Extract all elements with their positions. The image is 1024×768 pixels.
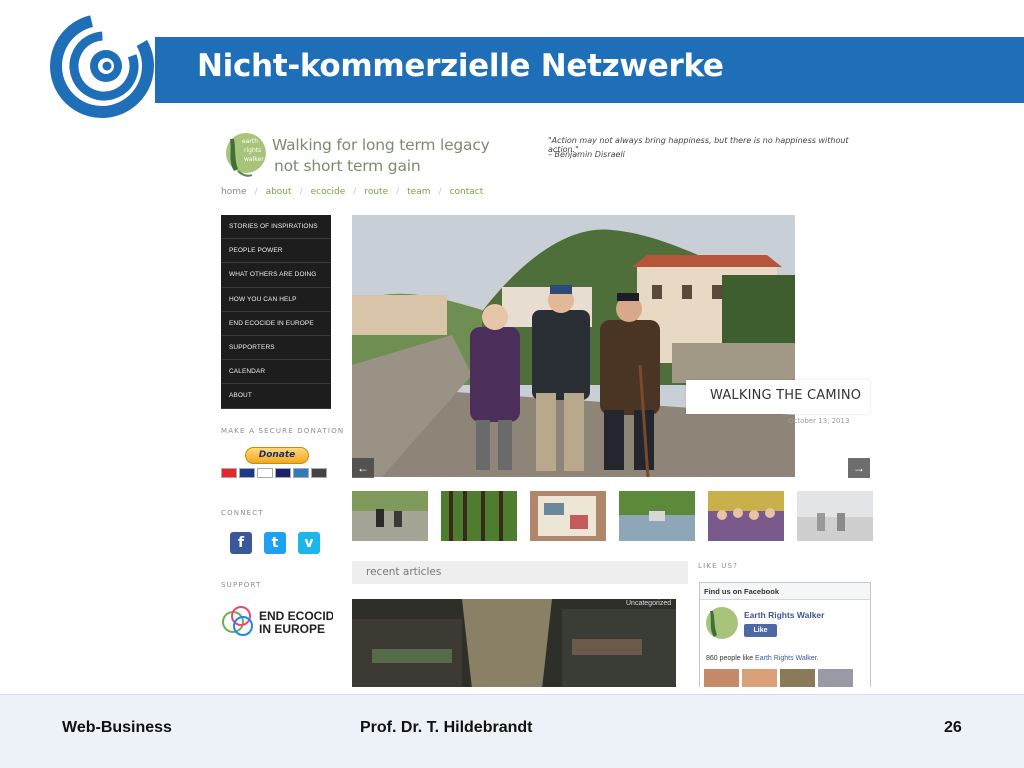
fb-count-link[interactable]: Earth Rights Walker (755, 655, 817, 662)
like-us-label: LIKE US? (698, 562, 739, 570)
nav-team[interactable]: team (407, 187, 430, 197)
earth-rights-walker-logo: earth rights walker (226, 133, 266, 177)
ecocide-logo-line-1: END ECOCIDE (259, 609, 333, 623)
facebook-like-button[interactable]: Like (744, 624, 777, 637)
nav-home[interactable]: home (221, 187, 247, 197)
thumbnail-6[interactable] (797, 491, 873, 541)
mastercard-icon (221, 468, 237, 478)
twitter-icon[interactable]: t (264, 532, 286, 554)
side-menu: STORIES OF INSPIRATIONS PEOPLE POWER WHA… (221, 215, 331, 409)
facebook-face[interactable] (704, 669, 739, 687)
facebook-face[interactable] (742, 669, 777, 687)
thumbnail-1[interactable] (352, 491, 428, 541)
nav-about[interactable]: about (266, 187, 292, 197)
facebook-icon[interactable]: f (230, 532, 252, 554)
tagline-line-1: Walking for long term legacy (272, 136, 490, 154)
maestro-icon (239, 468, 255, 478)
ecocide-logo-line-2: IN EUROPE (259, 622, 325, 636)
nav-separator: / (396, 187, 400, 197)
site-nav: home / about / ecocide / route / team / … (221, 187, 483, 197)
facebook-widget-header: Find us on Facebook (700, 583, 870, 600)
thumbnail-2[interactable] (441, 491, 517, 541)
menu-item-end-ecocide[interactable]: END ECOCIDE IN EUROPE (221, 312, 331, 336)
menu-item-what-others[interactable]: WHAT OTHERS ARE DOING (221, 263, 331, 288)
footer-author: Prof. Dr. T. Hildebrandt (360, 719, 533, 736)
end-ecocide-logo[interactable]: END ECOCIDE IN EUROPE (221, 600, 333, 640)
tagline-line-2: not short term gain (274, 157, 421, 175)
slide: Nicht-kommerzielle Netzwerke earth right… (0, 0, 1024, 768)
hero-prev-arrow[interactable]: ← (352, 458, 374, 478)
menu-item-how-help[interactable]: HOW YOU CAN HELP (221, 288, 331, 312)
website-screenshot: earth rights walker Walking for long ter… (218, 125, 874, 687)
logo-word-earth: earth (242, 138, 258, 145)
recent-articles-bar: recent articles (352, 561, 688, 584)
nav-separator: / (254, 187, 258, 197)
hero-caption: WALKING THE CAMINO (686, 380, 870, 414)
logo-word-walker: walker (244, 156, 264, 163)
menu-item-supporters[interactable]: SUPPORTERS (221, 336, 331, 361)
page-number: 26 (944, 719, 962, 736)
support-label: SUPPORT (221, 581, 262, 589)
menu-item-calendar[interactable]: CALENDAR (221, 360, 331, 385)
fb-count-prefix: 860 people like (706, 655, 756, 662)
thumbnail-3[interactable] (530, 491, 606, 541)
menu-item-about[interactable]: ABOUT (221, 384, 331, 409)
nav-contact[interactable]: contact (450, 187, 484, 197)
visa-electron-icon (275, 468, 291, 478)
donate-button[interactable]: Donate (245, 447, 309, 464)
hero-date: October 13, 2013 (788, 417, 850, 425)
nav-separator: / (299, 187, 303, 197)
direct-debit-icon (311, 468, 327, 478)
thumbnail-5[interactable] (708, 491, 784, 541)
amex-icon (293, 468, 309, 478)
slide-title: Nicht-kommerzielle Netzwerke (197, 48, 724, 84)
menu-item-stories[interactable]: STORIES OF INSPIRATIONS (221, 215, 331, 240)
facebook-page-avatar[interactable] (704, 605, 740, 641)
recent-articles-label: recent articles (366, 566, 442, 578)
menu-item-people-power[interactable]: PEOPLE POWER (221, 239, 331, 264)
hero-image (352, 215, 795, 477)
fb-count-suffix: . (816, 655, 819, 662)
thumbnail-strip (352, 491, 873, 541)
article-category[interactable]: Uncategorized (626, 600, 671, 607)
facebook-face[interactable] (818, 669, 853, 687)
nav-ecocide[interactable]: ecocide (311, 187, 346, 197)
facebook-face[interactable] (780, 669, 815, 687)
hero-next-arrow[interactable]: → (848, 458, 870, 478)
facebook-faces (704, 669, 853, 687)
nav-separator: / (353, 187, 357, 197)
nav-route[interactable]: route (364, 187, 388, 197)
visa-icon (257, 468, 273, 478)
facebook-page-name[interactable]: Earth Rights Walker (744, 610, 824, 620)
logo-icon (50, 14, 154, 118)
facebook-like-count: 860 people like Earth Rights Walker. (706, 655, 819, 662)
donation-label: MAKE A SECURE DONATION (221, 427, 345, 435)
vimeo-icon[interactable]: v (298, 532, 320, 554)
thumbnail-4[interactable] (619, 491, 695, 541)
facebook-widget: Find us on Facebook Earth Rights Walker … (699, 582, 871, 687)
article-image[interactable] (352, 599, 676, 687)
site-quote-author: – Benjamin Disraeli (548, 150, 625, 159)
nav-separator: / (438, 187, 442, 197)
connect-label: CONNECT (221, 509, 264, 517)
logo-word-rights: rights (244, 147, 261, 154)
hero-title[interactable]: WALKING THE CAMINO (710, 388, 861, 403)
payment-cards (221, 468, 327, 478)
footer-course: Web-Business (62, 719, 172, 736)
